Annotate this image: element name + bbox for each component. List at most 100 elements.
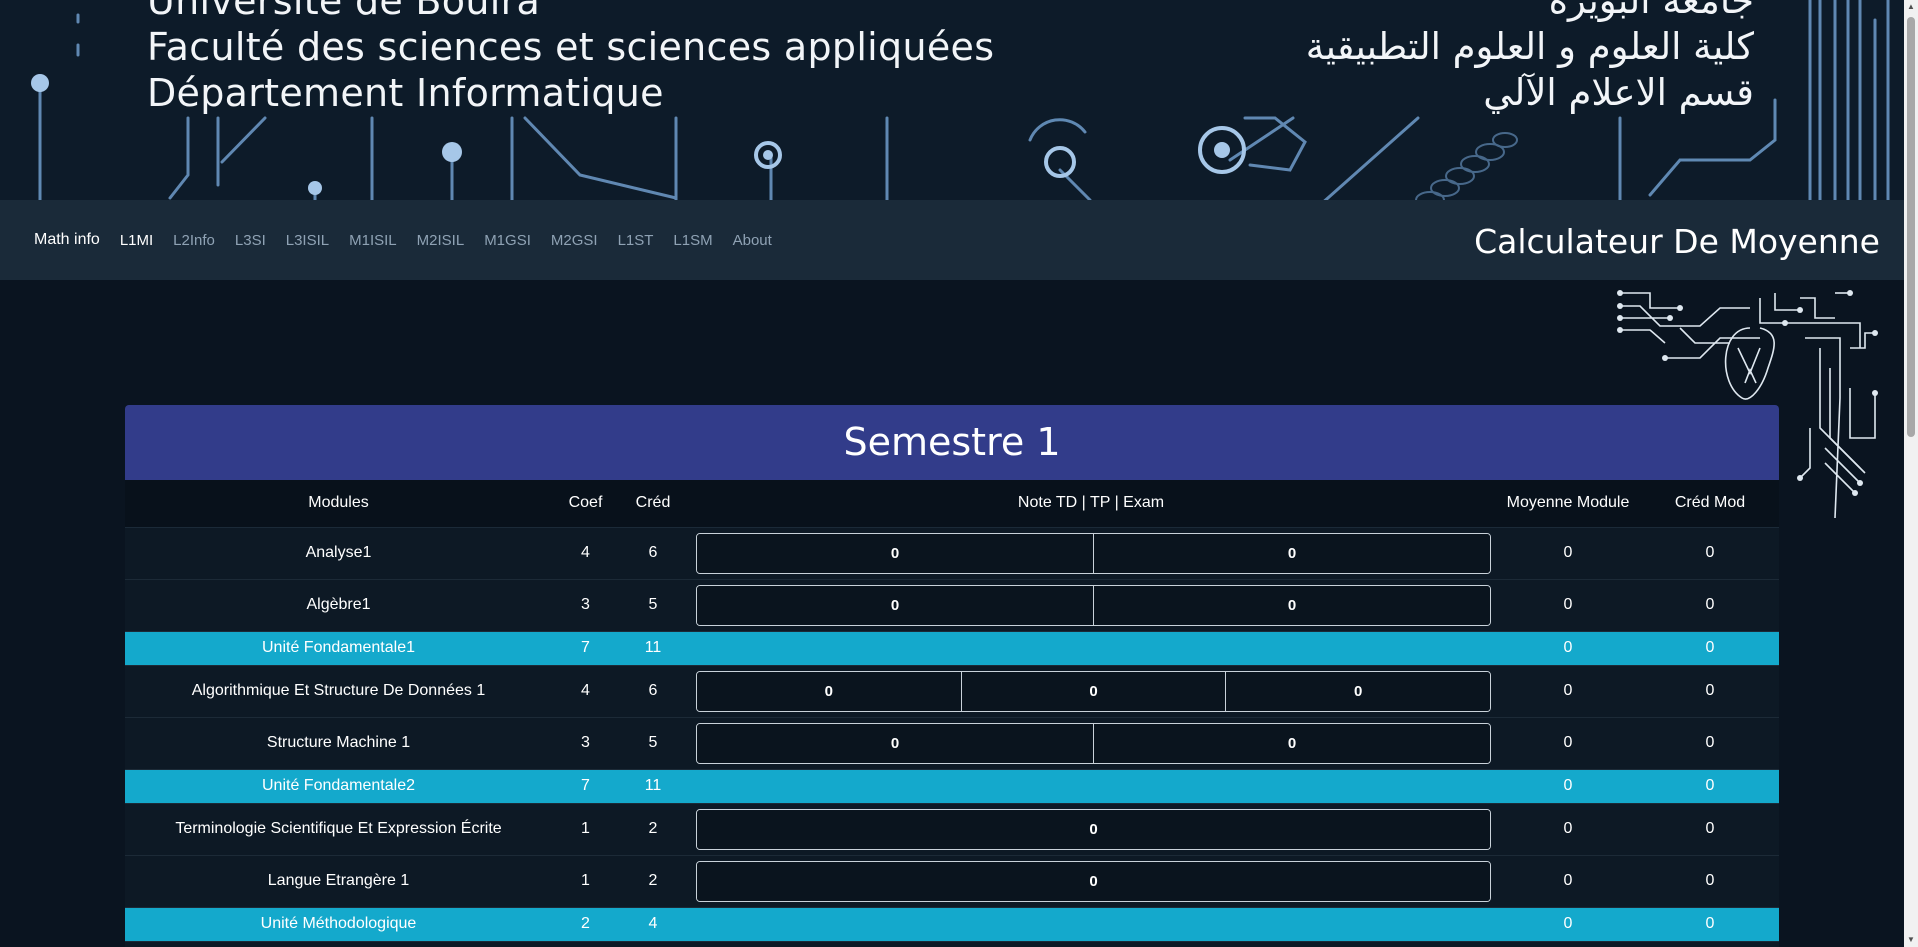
nav-brand[interactable]: Math info <box>34 231 100 249</box>
module-coef: 3 <box>552 717 619 770</box>
unit-cred: 11 <box>619 769 687 804</box>
nav-link-about[interactable]: About <box>733 232 772 249</box>
note-exam-input[interactable] <box>1094 533 1490 573</box>
note-exam-input[interactable] <box>1226 671 1490 711</box>
module-moyenne: 0 <box>1495 579 1641 632</box>
unit-spacer <box>687 769 1495 804</box>
nav-link-l1sm[interactable]: L1SM <box>673 232 712 249</box>
scroll-up-icon[interactable]: ▲ <box>1904 0 1918 14</box>
nav-link-l3si[interactable]: L3SI <box>235 232 266 249</box>
department-line-ar: قسم الاعلام الآلي <box>1483 71 1754 114</box>
module-moyenne: 0 <box>1495 855 1641 908</box>
module-cred: 2 <box>619 855 687 908</box>
note-exam-input[interactable] <box>1094 585 1490 625</box>
module-name: Langue Etrangère 1 <box>125 855 552 908</box>
notes-cell <box>687 579 1495 632</box>
unit-coef: 7 <box>552 769 619 804</box>
module-name: Analyse1 <box>125 527 552 580</box>
faculty-line: Faculté des sciences et sciences appliqu… <box>147 25 995 69</box>
note-td-input[interactable] <box>697 533 1094 573</box>
nav-link-m1isil[interactable]: M1ISIL <box>349 232 397 249</box>
unit-spacer <box>687 631 1495 666</box>
col-header-notes: Note TD | TP | Exam <box>687 480 1495 528</box>
unit-moyenne: 0 <box>1495 769 1641 804</box>
note-input-group <box>696 584 1491 626</box>
table-row: Algèbre1 3 5 0 0 <box>125 579 1779 632</box>
module-cred-mod: 0 <box>1641 855 1779 908</box>
nav-link-l1st[interactable]: L1ST <box>618 232 654 249</box>
module-coef: 3 <box>552 579 619 632</box>
unit-cred: 11 <box>619 631 687 666</box>
nav-link-l2info[interactable]: L2Info <box>173 232 215 249</box>
module-cred: 5 <box>619 579 687 632</box>
note-tp-input[interactable] <box>961 671 1227 711</box>
university-name-arabic: جامعة البويرة كلية العلوم و العلوم التطب… <box>1306 0 1754 116</box>
navbar: Math info L1MI L2Info L3SI L3ISIL M1ISIL… <box>0 200 1904 280</box>
nav-link-m1gsi[interactable]: M1GSI <box>484 232 531 249</box>
app-title: Calculateur De Moyenne <box>1474 222 1880 261</box>
note-td-input[interactable] <box>697 671 962 711</box>
semester-card: Semestre 1 Modules Coef Créd Note TD | T… <box>125 405 1779 947</box>
note-exam-input[interactable] <box>1094 723 1490 763</box>
university-line-ar: جامعة البويرة <box>1548 0 1754 22</box>
col-header-moyenne: Moyenne Module <box>1495 480 1641 528</box>
note-input-group <box>696 532 1491 574</box>
unit-moyenne: 0 <box>1495 907 1641 942</box>
unit-row: Unité Méthodologique 2 4 0 0 <box>125 907 1779 942</box>
department-line: Département Informatique <box>147 71 664 115</box>
col-header-cred: Créd <box>619 480 687 528</box>
notes-cell <box>687 855 1495 908</box>
unit-cred-mod: 0 <box>1641 769 1779 804</box>
module-cred-mod: 0 <box>1641 717 1779 770</box>
notes-cell <box>687 717 1495 770</box>
table-row: Structure Machine 1 3 5 0 0 <box>125 717 1779 770</box>
header-banner: Université de Bouira Faculté des science… <box>0 0 1904 200</box>
unit-cred-mod: 0 <box>1641 631 1779 666</box>
university-name-french: Université de Bouira Faculté des science… <box>147 0 994 116</box>
notes-cell <box>687 803 1495 856</box>
note-td-input[interactable] <box>697 585 1094 625</box>
scroll-thumb[interactable] <box>1907 17 1915 437</box>
module-cred: 2 <box>619 803 687 856</box>
nav-link-l1mi[interactable]: L1MI <box>120 232 153 249</box>
unit-row: Unité Fondamentale2 7 11 0 0 <box>125 769 1779 804</box>
module-coef: 4 <box>552 665 619 718</box>
unit-name: Unité Fondamentale2 <box>125 769 552 804</box>
note-exam-input[interactable] <box>697 809 1490 849</box>
unit-name: Unité Fondamentale1 <box>125 631 552 666</box>
note-input-group <box>696 722 1491 764</box>
module-coef: 4 <box>552 527 619 580</box>
unit-spacer <box>687 907 1495 942</box>
nav-link-m2isil[interactable]: M2ISIL <box>417 232 465 249</box>
unit-name: Unité Méthodologique <box>125 907 552 942</box>
module-moyenne: 0 <box>1495 717 1641 770</box>
note-input-group <box>696 860 1491 902</box>
table-row: Analyse1 4 6 0 0 <box>125 527 1779 580</box>
nav-links: Math info L1MI L2Info L3SI L3ISIL M1ISIL… <box>34 231 792 249</box>
grades-table: Modules Coef Créd Note TD | TP | Exam Mo… <box>125 480 1779 942</box>
module-cred: 6 <box>619 527 687 580</box>
scroll-down-icon[interactable]: ▼ <box>1904 933 1918 947</box>
note-input-group <box>696 670 1491 712</box>
note-exam-input[interactable] <box>697 861 1490 901</box>
table-row: Langue Etrangère 1 1 2 0 0 <box>125 855 1779 908</box>
module-name: Structure Machine 1 <box>125 717 552 770</box>
notes-cell <box>687 527 1495 580</box>
module-cred-mod: 0 <box>1641 579 1779 632</box>
note-td-input[interactable] <box>697 723 1094 763</box>
semester-title: Semestre 1 <box>125 405 1779 480</box>
module-moyenne: 0 <box>1495 803 1641 856</box>
unit-cred: 4 <box>619 907 687 942</box>
nav-link-l3isil[interactable]: L3ISIL <box>286 232 329 249</box>
faculty-line-ar: كلية العلوم و العلوم التطبيقية <box>1305 25 1754 68</box>
module-coef: 1 <box>552 855 619 908</box>
unit-moyenne: 0 <box>1495 631 1641 666</box>
module-moyenne: 0 <box>1495 527 1641 580</box>
unit-row: Unité Fondamentale1 7 11 0 0 <box>125 631 1779 666</box>
nav-link-m2gsi[interactable]: M2GSI <box>551 232 598 249</box>
table-header-row: Modules Coef Créd Note TD | TP | Exam Mo… <box>125 480 1779 528</box>
module-moyenne: 0 <box>1495 665 1641 718</box>
page-scrollbar[interactable]: ▲ ▼ <box>1904 0 1918 947</box>
module-cred-mod: 0 <box>1641 527 1779 580</box>
module-cred: 6 <box>619 665 687 718</box>
